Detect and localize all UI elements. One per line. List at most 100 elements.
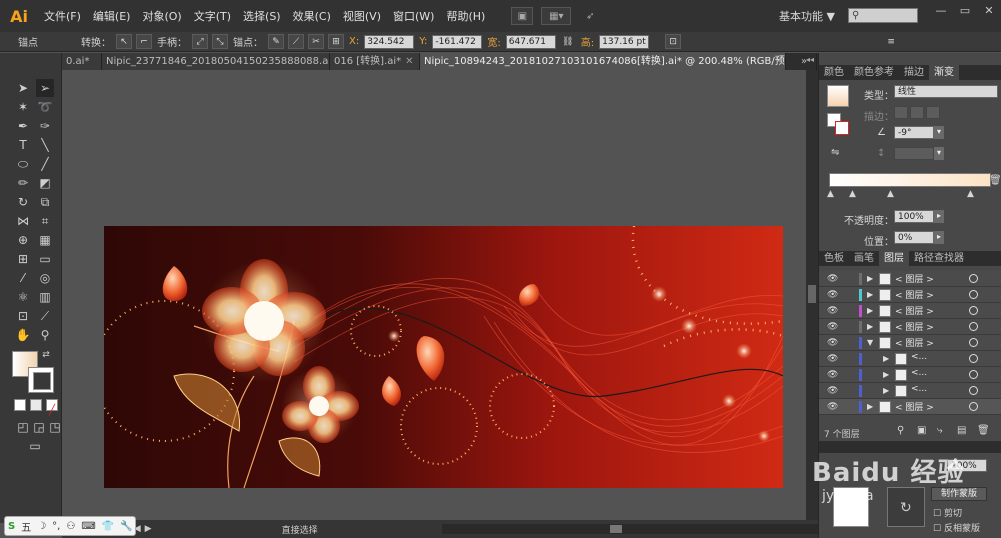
stroke-gradient-within-button[interactable] <box>894 106 908 119</box>
column-graph-tool[interactable]: ▥ <box>36 288 54 306</box>
hand-tool[interactable]: ✋ <box>14 326 32 344</box>
ime-mode-icon[interactable]: 五 <box>21 519 31 534</box>
layer-row[interactable]: 👁 ▶ < 图层 > <box>819 287 1001 303</box>
menu-window[interactable]: 窗口(W) <box>387 8 440 24</box>
workspace-switcher[interactable]: 基本功能 ▼ <box>779 8 835 24</box>
color-stop[interactable]: ▲ <box>887 189 894 199</box>
color-stop[interactable]: ▲ <box>849 189 856 199</box>
location-dropdown[interactable]: ▸ <box>934 231 944 244</box>
expand-right-icon[interactable]: ▶ <box>867 402 873 411</box>
visibility-eye-icon[interactable]: 👁 <box>827 354 838 364</box>
layer-row[interactable]: 👁 ▶ < 图层 > <box>819 303 1001 319</box>
minimize-button[interactable]: — <box>930 4 952 18</box>
gpu-performance-button[interactable]: ➶ <box>579 7 601 25</box>
clip-checkbox-label[interactable]: ☐ 剪切 <box>933 506 962 519</box>
document-canvas[interactable] <box>62 70 806 520</box>
ellipse-tool[interactable]: ⬭ <box>14 155 32 173</box>
delete-stop-icon[interactable]: 🗑 <box>989 175 1001 186</box>
expand-right-icon[interactable]: ▶ <box>867 306 873 315</box>
collapse-panels-icon[interactable]: ◂◂ <box>806 55 818 67</box>
show-handles-button[interactable]: ⤢ <box>192 34 208 49</box>
blend-tool[interactable]: ◎ <box>36 269 54 287</box>
artboard[interactable] <box>104 226 783 488</box>
tab-stroke[interactable]: 描边 <box>899 65 929 80</box>
tab-color-guide[interactable]: 颜色参考 <box>849 65 899 80</box>
expand-right-icon[interactable]: ▶ <box>867 290 873 299</box>
ime-skin-icon[interactable]: 👕 <box>102 521 114 532</box>
opacity-field[interactable]: 100% <box>894 210 934 223</box>
gradient-type-select[interactable]: 线性 <box>894 85 998 98</box>
gradient-preview-swatch[interactable] <box>827 85 849 107</box>
scale-tool[interactable]: ⧉ <box>36 193 54 211</box>
target-circle-icon[interactable] <box>969 402 978 411</box>
new-sublayer-icon[interactable]: ⤷ <box>937 425 943 436</box>
layer-row[interactable]: 👁 ▶ <... <box>819 383 1001 399</box>
eraser-tool[interactable]: ◩ <box>36 174 54 192</box>
free-transform-tool[interactable]: ⌗ <box>36 212 54 230</box>
pencil-tool[interactable]: ✏ <box>14 174 32 192</box>
layer-row[interactable]: 👁 ▶ < 图层 > <box>819 399 1001 415</box>
target-circle-icon[interactable] <box>969 306 978 315</box>
magic-wand-tool[interactable]: ✶ <box>14 98 32 116</box>
visibility-eye-icon[interactable]: 👁 <box>827 338 838 348</box>
color-mode-button[interactable] <box>14 399 26 411</box>
curvature-tool[interactable]: ✑ <box>36 117 54 135</box>
cut-path-button[interactable]: ✂ <box>308 34 324 49</box>
doc-tab-1[interactable]: 0.ai* <box>62 53 102 70</box>
horizontal-scroll-thumb[interactable] <box>610 525 622 533</box>
expand-right-icon[interactable]: ▶ <box>867 322 873 331</box>
ime-voice-icon[interactable]: ⚇ <box>66 521 75 532</box>
lasso-tool[interactable]: ➰ <box>36 98 54 116</box>
visibility-eye-icon[interactable]: 👁 <box>827 290 838 300</box>
slice-tool[interactable]: ⟋ <box>36 307 54 325</box>
mesh-tool[interactable]: ⊞ <box>14 250 32 268</box>
transform-button[interactable]: ⊡ <box>665 34 682 49</box>
target-circle-icon[interactable] <box>969 386 978 395</box>
visibility-eye-icon[interactable]: 👁 <box>827 322 838 332</box>
tab-swatches[interactable]: 色板 <box>819 251 849 266</box>
target-circle-icon[interactable] <box>969 290 978 299</box>
horizontal-scrollbar[interactable] <box>442 524 862 534</box>
artboard-tool[interactable]: ⊡ <box>14 307 32 325</box>
gradient-mode-button[interactable] <box>30 399 42 411</box>
angle-field[interactable]: -9° <box>894 126 934 139</box>
y-field[interactable]: -161.472 <box>432 34 483 49</box>
convert-to-smooth-button[interactable]: ⌐ <box>136 34 152 49</box>
ime-punct-icon[interactable]: °, <box>52 521 60 532</box>
w-field[interactable]: 647.671 <box>505 34 556 49</box>
expand-right-icon[interactable]: ▶ <box>883 370 889 379</box>
layer-row[interactable]: 👁 ▶ < 图层 > <box>819 271 1001 287</box>
hide-handles-button[interactable]: ⤡ <box>212 34 228 49</box>
visibility-eye-icon[interactable]: 👁 <box>827 386 838 396</box>
expand-right-icon[interactable]: ▶ <box>883 354 889 363</box>
layer-row[interactable]: 👁 ▼ < 图层 > <box>819 335 1001 351</box>
perspective-grid-tool[interactable]: ▦ <box>36 231 54 249</box>
layer-row[interactable]: 👁 ▶ < 图层 > <box>819 319 1001 335</box>
layer-row[interactable]: 👁 ▶ <... <box>819 367 1001 383</box>
direct-selection-tool[interactable]: ➢ <box>36 79 54 97</box>
visibility-eye-icon[interactable]: 👁 <box>827 402 838 412</box>
line-tool[interactable]: ╲ <box>36 136 54 154</box>
visibility-eye-icon[interactable]: 👁 <box>827 274 838 284</box>
gradient-slider[interactable] <box>829 173 991 187</box>
target-circle-icon[interactable] <box>969 322 978 331</box>
menu-edit[interactable]: 编辑(E) <box>87 8 137 24</box>
bridge-button[interactable]: ▣ <box>511 7 534 25</box>
h-field[interactable]: 137.16 pt <box>599 34 650 49</box>
remove-anchor-button[interactable]: ✎ <box>268 34 284 49</box>
menu-help[interactable]: 帮助(H) <box>440 8 491 24</box>
aspect-ratio-field[interactable] <box>894 147 934 160</box>
new-layer-icon[interactable]: ▤ <box>957 425 966 436</box>
color-stop-left[interactable]: ▲ <box>827 189 834 199</box>
menu-select[interactable]: 选择(S) <box>237 8 287 24</box>
target-circle-icon[interactable] <box>969 338 978 347</box>
stroke-swatch[interactable] <box>28 367 54 393</box>
expand-down-icon[interactable]: ▼ <box>867 338 873 347</box>
tab-gradient[interactable]: 渐变 <box>929 65 959 80</box>
close-window-button[interactable]: ✕ <box>978 4 1000 18</box>
arrange-documents-button[interactable]: ▦▾ <box>541 7 572 25</box>
menu-view[interactable]: 视图(V) <box>337 8 387 24</box>
width-tool[interactable]: ⋈ <box>14 212 32 230</box>
reverse-gradient-icon[interactable]: ⇋ <box>831 147 839 158</box>
type-tool[interactable]: T <box>14 136 32 154</box>
